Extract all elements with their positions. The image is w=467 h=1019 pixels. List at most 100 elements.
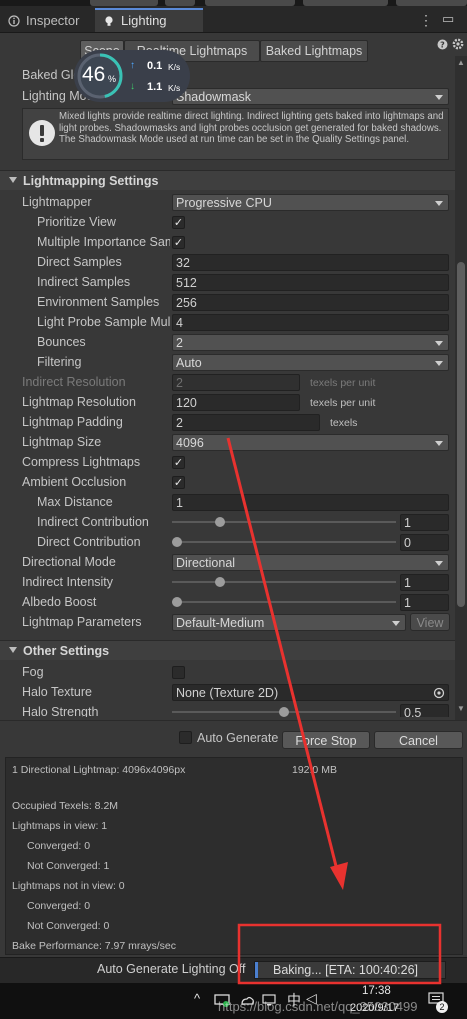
lightmapping-settings-header[interactable]: Lightmapping Settings (0, 170, 455, 190)
chevron-down-icon (435, 441, 443, 446)
auto-generate-status: Auto Generate Lighting Off (97, 962, 246, 976)
more-options-icon[interactable]: ⋮ (419, 12, 433, 29)
tab-inspector[interactable]: Inspector (0, 10, 108, 32)
indirect-resolution-unit: texels per unit (310, 377, 376, 389)
info-icon (8, 15, 20, 27)
multiple-importance-checkbox[interactable]: ✓ (172, 236, 185, 249)
indirect-intensity-label: Indirect Intensity (22, 575, 114, 589)
halo-strength-slider[interactable] (172, 707, 396, 717)
lightmap-parameters-label: Lightmap Parameters (22, 615, 142, 629)
help-icon[interactable]: ? (437, 39, 448, 50)
scroll-down-icon[interactable]: ▼ (457, 704, 465, 713)
indirect-resolution-label: Indirect Resolution (22, 375, 126, 389)
halo-texture-value: None (Texture 2D) (176, 686, 279, 700)
light-bulb-icon (105, 16, 113, 26)
albedo-boost-slider[interactable] (172, 597, 396, 607)
upload-rate: 0.1 (147, 60, 163, 72)
scrollbar-thumb[interactable] (457, 262, 465, 607)
bake-stats-panel: 1 Directional Lightmap: 4096x4096px 192.… (5, 757, 463, 955)
light-probe-multiplier-field[interactable]: 4 (172, 314, 449, 331)
object-picker-icon[interactable] (433, 687, 445, 699)
chevron-down-icon (435, 361, 443, 366)
taskbar-time: 17:38 (362, 985, 391, 997)
environment-samples-label: Environment Samples (37, 295, 160, 309)
filtering-label: Filtering (37, 355, 82, 369)
baking-progress-bar[interactable]: Baking... [ETA: 100:40:26] (254, 961, 446, 979)
chevron-down-icon (435, 95, 443, 100)
tab-lighting[interactable]: Lighting (95, 8, 203, 32)
other-settings-title: Other Settings (23, 644, 110, 658)
foldout-triangle-icon (9, 647, 17, 653)
albedo-boost-label: Albedo Boost (22, 595, 97, 609)
max-distance-label: Max Distance (37, 495, 113, 509)
ambient-occlusion-checkbox[interactable]: ✓ (172, 476, 185, 489)
halo-texture-label: Halo Texture (22, 685, 92, 699)
status-bar: Auto Generate Lighting Off Baking... [ET… (0, 957, 467, 983)
lighting-mode-dropdown[interactable]: Shadowmask (172, 88, 449, 105)
auto-generate-checkbox[interactable] (179, 731, 192, 744)
scroll-up-icon[interactable]: ▲ (457, 58, 465, 67)
indirect-contribution-slider[interactable] (172, 517, 396, 527)
lightmap-padding-field[interactable]: 2 (172, 414, 320, 431)
albedo-boost-field[interactable]: 1 (400, 594, 449, 611)
view-button[interactable]: View (410, 613, 450, 631)
lightmapper-dropdown[interactable]: Progressive CPU (172, 194, 449, 211)
compress-lightmaps-label: Compress Lightmaps (22, 455, 141, 469)
environment-samples-field[interactable]: 256 (172, 294, 449, 311)
indirect-samples-label: Indirect Samples (37, 275, 131, 289)
foldout-triangle-icon (9, 177, 17, 183)
stats-in-view-converged: Converged: 0 (27, 840, 91, 852)
slider-knob[interactable] (172, 597, 182, 607)
compress-lightmaps-checkbox[interactable]: ✓ (172, 456, 185, 469)
indirect-resolution-field: 2 (172, 374, 300, 391)
bounces-dropdown[interactable]: 2 (172, 334, 449, 351)
upload-unit: K/s (168, 62, 181, 72)
prioritize-view-checkbox[interactable]: ✓ (172, 216, 185, 229)
cancel-button[interactable]: Cancel (374, 731, 463, 749)
directional-mode-label: Directional Mode (22, 555, 116, 569)
indirect-intensity-field[interactable]: 1 (400, 574, 449, 591)
maximize-icon[interactable]: ▭ (442, 11, 454, 27)
filtering-dropdown[interactable]: Auto (172, 354, 449, 371)
direct-contribution-field[interactable]: 0 (400, 534, 449, 551)
gear-icon[interactable] (452, 38, 464, 50)
download-rate: 1.1 (147, 81, 163, 93)
fog-label: Fog (22, 665, 44, 679)
stats-not-in-view: Lightmaps not in view: 0 (12, 880, 125, 892)
indirect-intensity-slider[interactable] (172, 577, 396, 587)
slider-knob[interactable] (214, 577, 225, 587)
chevron-down-icon (435, 561, 443, 566)
slider-knob[interactable] (279, 707, 289, 717)
directional-mode-dropdown[interactable]: Directional (172, 554, 449, 571)
halo-texture-field[interactable]: None (Texture 2D) (172, 684, 449, 701)
tab-lighting-label: Lighting (121, 13, 167, 28)
window-tab-bar: Inspector Lighting ⋮ ▭ (0, 6, 467, 33)
other-settings-header[interactable]: Other Settings (0, 640, 455, 660)
lightmap-resolution-field[interactable]: 120 (172, 394, 300, 411)
chevron-down-icon (435, 341, 443, 346)
max-distance-field[interactable]: 1 (172, 494, 449, 511)
stats-in-view-not-converged: Not Converged: 1 (27, 860, 110, 872)
chevron-up-icon[interactable]: ^ (194, 991, 200, 1006)
slider-knob[interactable] (214, 517, 225, 527)
indirect-samples-field[interactable]: 512 (172, 274, 449, 291)
lightmapper-label: Lightmapper (22, 195, 92, 209)
indirect-contribution-field[interactable]: 1 (400, 514, 449, 531)
direct-samples-field[interactable]: 32 (172, 254, 449, 271)
subtab-baked-lightmaps[interactable]: Baked Lightmaps (260, 40, 368, 62)
lightmap-size-label: Lightmap Size (22, 435, 102, 449)
baking-progress-fill (255, 962, 258, 978)
lightmap-size-dropdown[interactable]: 4096 (172, 434, 449, 451)
halo-strength-label: Halo Strength (22, 705, 99, 717)
slider-knob[interactable] (172, 537, 182, 547)
network-monitor-overlay: 46 % ↑ 0.1 K/s ↓ 1.1 K/s (74, 50, 190, 102)
multiple-importance-label: Multiple Importance Sampling (37, 235, 170, 249)
fog-checkbox[interactable] (172, 666, 185, 679)
cpu-percent-sign: % (108, 74, 117, 84)
direct-contribution-slider[interactable] (172, 537, 396, 547)
halo-strength-field[interactable]: 0.5 (400, 704, 449, 717)
lightmap-parameters-dropdown[interactable]: Default-Medium (172, 614, 406, 631)
lightmap-resolution-label: Lightmap Resolution (22, 395, 136, 409)
force-stop-button[interactable]: Force Stop (282, 731, 370, 749)
notification-count-badge: 2 (436, 1001, 448, 1013)
